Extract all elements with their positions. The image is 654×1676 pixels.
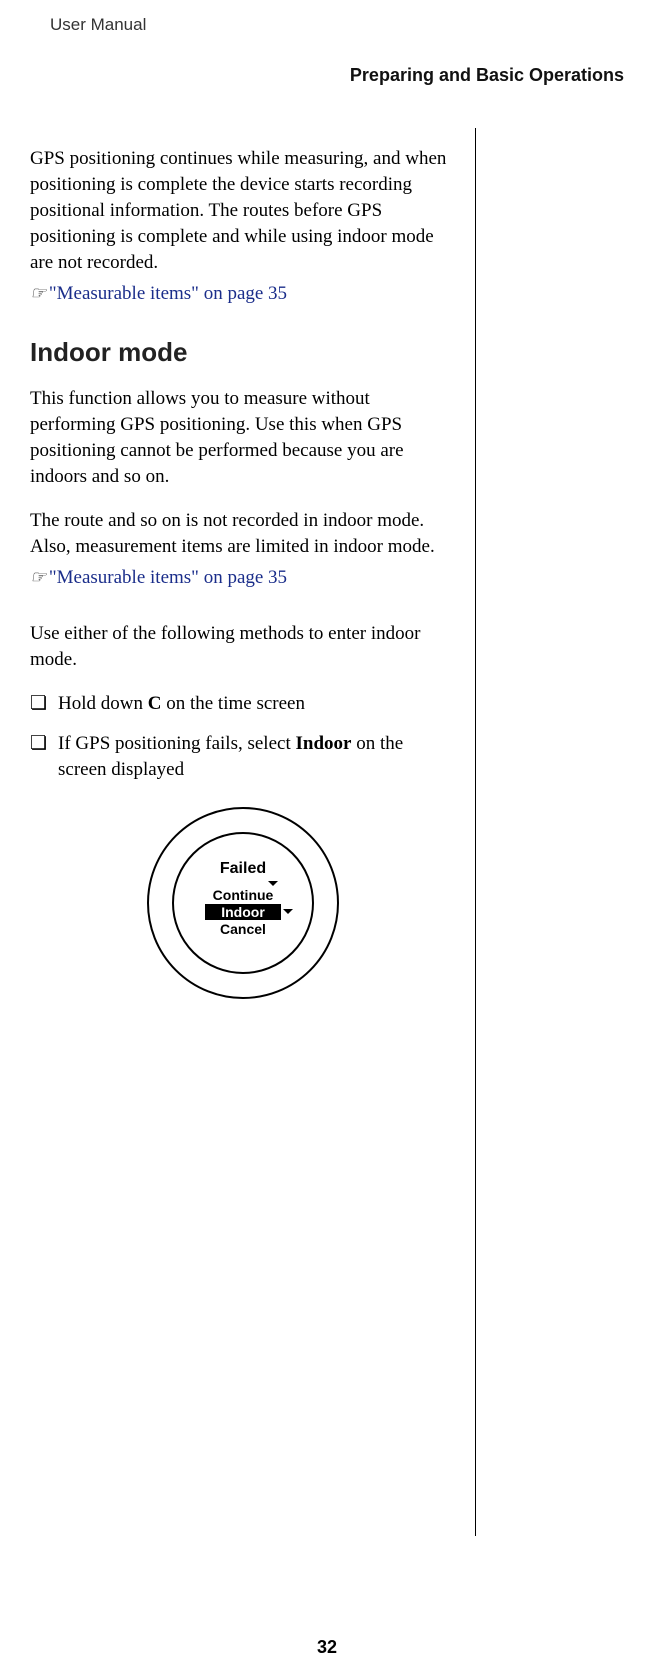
text: If GPS positioning fails, select	[58, 733, 295, 754]
watch-screen-illustration: Failed Continue Indoor Cancel	[143, 803, 343, 1003]
text: on the time screen	[161, 693, 305, 714]
bullet-icon: ❏	[30, 691, 58, 717]
list-item-text: If GPS positioning fails, select Indoor …	[58, 731, 455, 783]
cross-ref-2[interactable]: ☞ "Measurable items" on page 35	[30, 564, 455, 591]
pointer-icon: ☞	[30, 283, 44, 303]
pointer-icon: ☞	[30, 567, 44, 587]
watch-option-cancel: Cancel	[220, 921, 266, 937]
watch-option-indoor: Indoor	[221, 904, 265, 920]
heading-indoor-mode: Indoor mode	[30, 337, 455, 368]
list-item: ❏ Hold down C on the time screen	[30, 691, 455, 717]
paragraph-2: The route and so on is not recorded in i…	[30, 508, 455, 560]
bullet-icon: ❏	[30, 731, 58, 783]
bold-text: Indoor	[295, 733, 351, 754]
list-item: ❏ If GPS positioning fails, select Indoo…	[30, 731, 455, 783]
page-number: 32	[0, 1637, 654, 1658]
header-manual: User Manual	[50, 15, 624, 35]
paragraph-3: Use either of the following methods to e…	[30, 621, 455, 673]
list-item-text: Hold down C on the time screen	[58, 691, 305, 717]
bold-text: C	[148, 693, 162, 714]
cross-ref-1[interactable]: ☞ "Measurable items" on page 35	[30, 280, 455, 307]
watch-title: Failed	[219, 860, 265, 877]
paragraph-1: This function allows you to measure with…	[30, 386, 455, 490]
cross-ref-2-link[interactable]: "Measurable items" on page 35	[49, 567, 287, 588]
text: Hold down	[58, 693, 148, 714]
column-separator	[475, 128, 476, 1536]
cross-ref-1-link[interactable]: "Measurable items" on page 35	[49, 283, 287, 304]
intro-paragraph: GPS positioning continues while measurin…	[30, 146, 455, 276]
watch-option-continue: Continue	[212, 887, 273, 903]
header-section-title: Preparing and Basic Operations	[30, 65, 624, 86]
